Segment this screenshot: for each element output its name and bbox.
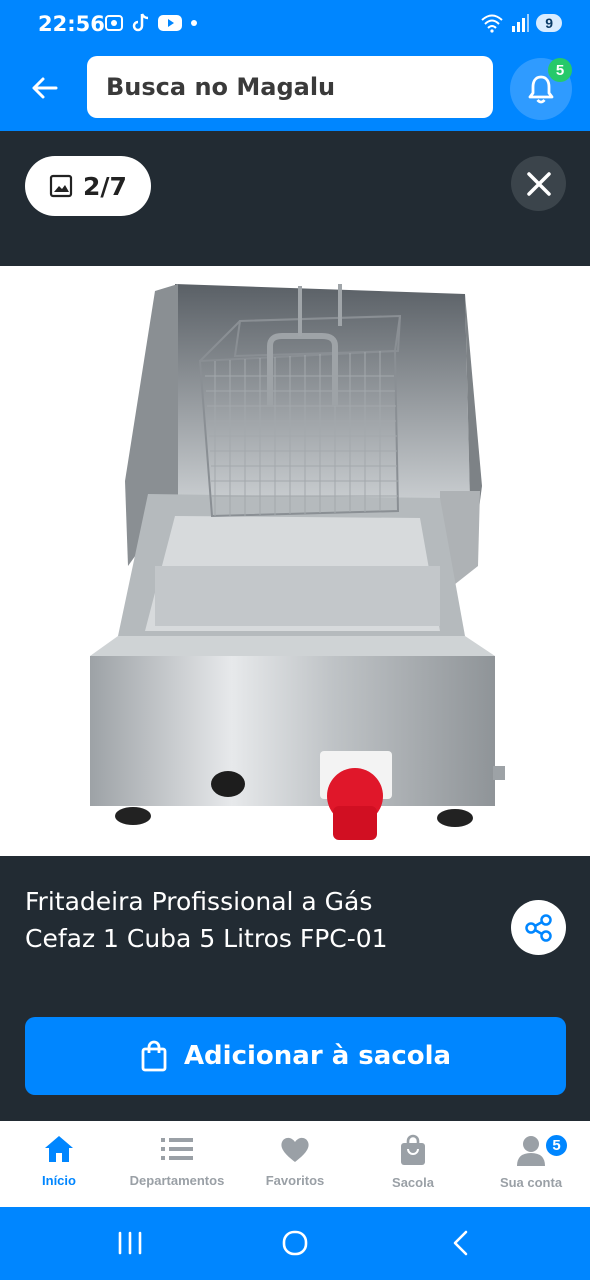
signal-icon — [512, 14, 530, 32]
bottom-navigation: Início Departamentos Favoritos Sacola Su… — [0, 1121, 590, 1207]
battery-indicator: 9 — [536, 14, 562, 32]
status-bar: 22:56 9 — [0, 0, 590, 50]
system-back-button[interactable] — [450, 1229, 472, 1262]
home-icon — [45, 1136, 73, 1162]
nav-label-inicio: Início — [42, 1173, 76, 1188]
product-title: Fritadeira Profissional a Gás Cefaz 1 Cu… — [25, 883, 485, 957]
nav-item-favoritos[interactable]: Favoritos — [236, 1121, 354, 1207]
arrow-left-icon — [32, 77, 58, 99]
status-system-icons: 9 — [480, 13, 562, 33]
list-icon — [161, 1138, 193, 1160]
tiktok-icon — [132, 13, 149, 32]
notifications-badge: 5 — [548, 58, 572, 82]
nav-label-sacola: Sacola — [392, 1175, 434, 1190]
search-placeholder: Busca no Magalu — [106, 73, 336, 101]
shopping-bag-icon — [141, 1040, 167, 1072]
screenshot-icon — [105, 15, 123, 31]
heart-icon — [281, 1137, 309, 1162]
nav-item-sua-conta[interactable]: Sua conta 5 — [472, 1121, 590, 1207]
top-bar: 22:56 9 Busca no Magalu 5 — [0, 0, 590, 131]
system-navigation-bar — [0, 1207, 590, 1280]
wifi-icon — [481, 14, 503, 33]
image-counter: 2/7 — [25, 156, 151, 216]
youtube-icon — [158, 15, 182, 31]
fryer-illustration — [90, 284, 505, 840]
status-notification-icons — [104, 13, 198, 33]
product-title-line2: Cefaz 1 Cuba 5 Litros FPC-01 — [25, 924, 388, 953]
add-to-bag-label: Adicionar à sacola — [183, 1041, 452, 1071]
home-circle-icon — [282, 1230, 308, 1256]
product-title-line1: Fritadeira Profissional a Gás — [25, 887, 373, 916]
share-icon — [524, 913, 552, 942]
nav-item-inicio[interactable]: Início — [0, 1121, 118, 1207]
dot-icon — [191, 20, 197, 26]
nav-label-favoritos: Favoritos — [265, 1173, 325, 1188]
back-button[interactable] — [22, 68, 66, 108]
image-icon — [49, 174, 73, 198]
nav-label-sua-conta: Sua conta — [499, 1175, 563, 1190]
chevron-left-icon — [453, 1230, 468, 1256]
share-button[interactable] — [511, 900, 566, 955]
nav-item-departamentos[interactable]: Departamentos — [118, 1121, 236, 1207]
recent-apps-button[interactable] — [117, 1229, 143, 1262]
home-system-button[interactable] — [281, 1229, 309, 1262]
status-time: 22:56 — [38, 12, 105, 36]
bag-icon — [401, 1134, 425, 1165]
add-to-bag-button[interactable]: Adicionar à sacola — [25, 1017, 566, 1095]
image-counter-text: 2/7 — [83, 171, 127, 201]
nav-label-departamentos: Departamentos — [129, 1173, 225, 1188]
search-input[interactable]: Busca no Magalu — [87, 56, 493, 118]
user-icon — [517, 1136, 545, 1166]
product-image[interactable] — [0, 266, 590, 856]
recents-icon — [118, 1231, 142, 1255]
close-viewer-button[interactable] — [511, 156, 566, 211]
nav-item-sacola[interactable]: Sacola — [354, 1121, 472, 1207]
close-icon — [526, 171, 551, 196]
account-badge: 5 — [544, 1133, 569, 1158]
